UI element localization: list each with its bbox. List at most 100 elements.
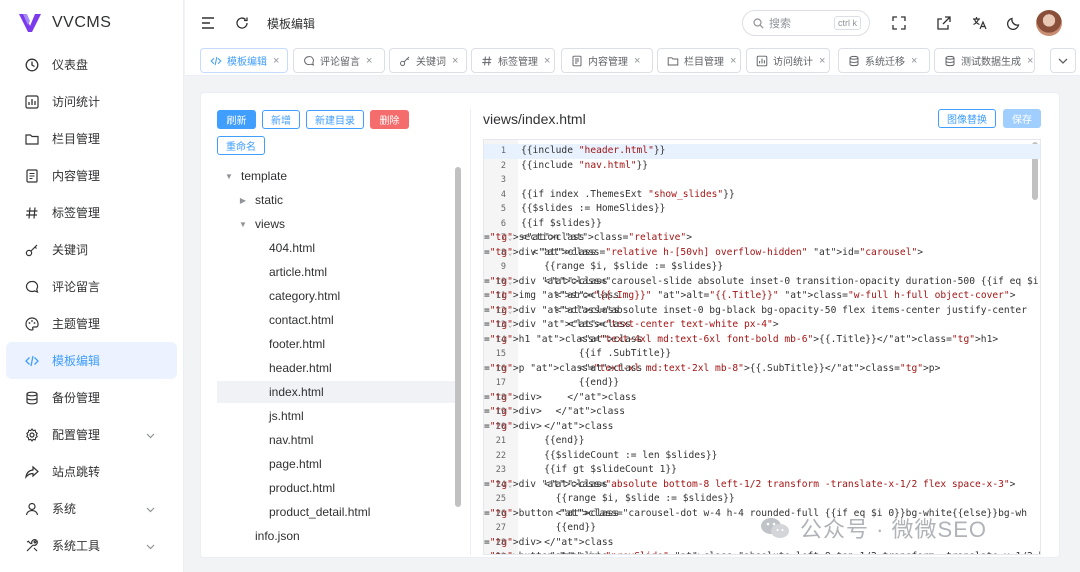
chevron-down-icon[interactable] bbox=[146, 428, 155, 442]
rename-button[interactable]: 重命名 bbox=[217, 136, 265, 155]
tree-folder[interactable]: ▼ views bbox=[217, 213, 455, 235]
replace-image-button[interactable]: 图像替换 bbox=[938, 109, 996, 128]
sidebar-item-user[interactable]: 系统 bbox=[6, 490, 177, 527]
fold-chevron-icon[interactable]: ⌄ bbox=[508, 304, 512, 319]
close-icon[interactable]: × bbox=[366, 55, 372, 67]
code-line[interactable]: 10 ⌄ <"at">class ="tg">div "at">class="car… bbox=[484, 275, 1040, 290]
code-line[interactable]: 7 ⌄ <"at">class ="tg">section "at">class="r… bbox=[484, 231, 1040, 246]
tree-file[interactable]: footer.html bbox=[217, 333, 455, 355]
tab-code[interactable]: 模板编辑 × bbox=[200, 48, 288, 73]
close-icon[interactable]: × bbox=[730, 55, 736, 67]
fold-chevron-icon[interactable]: ⌄ bbox=[508, 275, 512, 290]
menu-toggle-icon[interactable] bbox=[199, 14, 217, 32]
code-line[interactable]: 23 {{if gt $slideCount 1}} bbox=[484, 463, 1040, 478]
chevron-down-icon[interactable] bbox=[146, 502, 155, 516]
tree-scrollbar[interactable] bbox=[455, 167, 461, 507]
caret-right-icon[interactable]: ▶ bbox=[237, 196, 249, 205]
caret-down-icon[interactable]: ▼ bbox=[223, 172, 235, 181]
tree-file[interactable]: page.html bbox=[217, 453, 455, 475]
dark-mode-icon[interactable] bbox=[1005, 14, 1023, 32]
app-logo[interactable]: VVCMS bbox=[0, 0, 183, 46]
code-line[interactable]: 17 {{end}} bbox=[484, 376, 1040, 391]
tree-file[interactable]: js.html bbox=[217, 405, 455, 427]
code-line[interactable]: 19 </"at">class ="tg">div> bbox=[484, 405, 1040, 420]
tab-database[interactable]: 测试数据生成 × bbox=[934, 48, 1035, 73]
code-line[interactable]: 15 {{if .SubTitle}} bbox=[484, 347, 1040, 362]
caret-down-icon[interactable]: ▼ bbox=[237, 220, 249, 229]
delete-button[interactable]: 删除 bbox=[370, 110, 409, 129]
close-icon[interactable]: × bbox=[544, 55, 550, 67]
code-line[interactable]: 25 {{range $i, $slide := $slides}} bbox=[484, 492, 1040, 507]
tree-file[interactable]: contact.html bbox=[217, 309, 455, 331]
code-line[interactable]: 3 bbox=[484, 173, 1040, 188]
save-button[interactable]: 保存 bbox=[1003, 109, 1041, 128]
user-avatar[interactable] bbox=[1036, 10, 1062, 36]
code-line[interactable]: 4 {{if index .ThemesExt "show_slides"}} bbox=[484, 188, 1040, 203]
tree-file[interactable]: header.html bbox=[217, 357, 455, 379]
refresh-icon[interactable] bbox=[233, 14, 251, 32]
sidebar-item-palette[interactable]: 主题管理 bbox=[6, 305, 177, 342]
code-line[interactable]: 14 <"at">class ="tg">h1 "at">class="text-… bbox=[484, 333, 1040, 348]
code-editor[interactable]: 1 {{include "header.html"}} 2 {{include "na… bbox=[483, 139, 1041, 555]
tree-file[interactable]: init_data.json bbox=[217, 549, 455, 555]
code-line[interactable]: 11 <"at">class ="tg">img "at">src="{{.Img… bbox=[484, 289, 1040, 304]
tree-file[interactable]: category.html bbox=[217, 285, 455, 307]
tree-file[interactable]: info.json bbox=[217, 525, 455, 547]
sidebar-item-document[interactable]: 内容管理 bbox=[6, 157, 177, 194]
search-box[interactable]: 搜索 ctrl k bbox=[742, 10, 870, 36]
sidebar-item-hash[interactable]: 标签管理 bbox=[6, 194, 177, 231]
tab-chart[interactable]: 访问统计 × bbox=[746, 48, 830, 73]
new-file-button[interactable]: 新增 bbox=[262, 110, 300, 129]
refresh-button[interactable]: 刷新 bbox=[217, 110, 256, 129]
tab-comment[interactable]: 评论留言 × bbox=[293, 48, 385, 73]
code-line[interactable]: 22 {{$slideCount := len $slides}} bbox=[484, 449, 1040, 464]
tab-key[interactable]: 关键词 × bbox=[389, 48, 467, 73]
code-line[interactable]: 13 ⌄ <"at">class ="tg">div "at">class="tex… bbox=[484, 318, 1040, 333]
code-line[interactable]: 5 {{$slides := HomeSlides}} bbox=[484, 202, 1040, 217]
code-line[interactable]: 6 {{if $slides}} bbox=[484, 217, 1040, 232]
tree-file[interactable]: product_detail.html bbox=[217, 501, 455, 523]
code-line[interactable]: 1 {{include "header.html"}} bbox=[484, 144, 1040, 159]
tree-file[interactable]: product.html bbox=[217, 477, 455, 499]
sidebar-item-code[interactable]: 模板编辑 bbox=[6, 342, 177, 379]
tree-file[interactable]: 404.html bbox=[217, 237, 455, 259]
sidebar-item-tools[interactable]: 系统工具 bbox=[6, 527, 177, 564]
code-line[interactable]: 18 </"at">class ="tg">div> bbox=[484, 391, 1040, 406]
close-icon[interactable]: × bbox=[819, 55, 825, 67]
sidebar-item-share[interactable]: 站点跳转 bbox=[6, 453, 177, 490]
close-icon[interactable]: × bbox=[452, 55, 458, 67]
tree-folder[interactable]: ▼ template bbox=[217, 165, 455, 187]
tab-database[interactable]: 系统迁移 × bbox=[838, 48, 930, 73]
sidebar-item-settings[interactable]: 配置管理 bbox=[6, 416, 177, 453]
tree-file[interactable]: index.html bbox=[217, 381, 455, 403]
code-line[interactable]: 8 ⌄ <"at">class ="tg">div "at">class="rela… bbox=[484, 246, 1040, 261]
close-icon[interactable]: × bbox=[1027, 55, 1033, 67]
close-icon[interactable]: × bbox=[273, 55, 279, 67]
code-line[interactable]: 16 <"at">class ="tg">p "at">class="text-x… bbox=[484, 362, 1040, 377]
code-line[interactable]: 24 ⌄ <"at">class ="tg">div "at">class="abs… bbox=[484, 478, 1040, 493]
code-line[interactable]: 21 {{end}} bbox=[484, 434, 1040, 449]
tab-folder[interactable]: 栏目管理 × bbox=[657, 48, 741, 73]
sidebar-item-comment[interactable]: 评论留言 bbox=[6, 268, 177, 305]
fold-chevron-icon[interactable]: ⌄ bbox=[508, 478, 512, 493]
sidebar-item-folder[interactable]: 栏目管理 bbox=[6, 120, 177, 157]
tree-file[interactable]: article.html bbox=[217, 261, 455, 283]
sidebar-item-dashboard[interactable]: 仪表盘 bbox=[6, 46, 177, 83]
code-line[interactable]: 12 ⌄ <"at">class ="tg">div "at">class="abs… bbox=[484, 304, 1040, 319]
code-line[interactable]: 2 {{include "nav.html"}} bbox=[484, 159, 1040, 174]
new-directory-button[interactable]: 新建目录 bbox=[306, 110, 364, 129]
fold-chevron-icon[interactable]: ⌄ bbox=[508, 318, 512, 333]
code-line[interactable]: 20 </"at">class ="tg">div> bbox=[484, 420, 1040, 435]
close-icon[interactable]: × bbox=[634, 55, 640, 67]
code-line[interactable]: 29 <"at">class="tg">button "at">id="prev… bbox=[484, 550, 1040, 554]
tree-file[interactable]: nav.html bbox=[217, 429, 455, 451]
fullscreen-icon[interactable] bbox=[890, 14, 908, 32]
chevron-down-icon[interactable] bbox=[146, 539, 155, 553]
tab-hash[interactable]: 标签管理 × bbox=[471, 48, 555, 73]
external-link-icon[interactable] bbox=[935, 14, 953, 32]
sidebar-item-key[interactable]: 关键词 bbox=[6, 231, 177, 268]
fold-chevron-icon[interactable]: ⌄ bbox=[508, 246, 512, 261]
fold-chevron-icon[interactable]: ⌄ bbox=[508, 231, 512, 246]
sidebar-item-chart[interactable]: 访问统计 bbox=[6, 83, 177, 120]
tree-folder[interactable]: ▶ static bbox=[217, 189, 455, 211]
